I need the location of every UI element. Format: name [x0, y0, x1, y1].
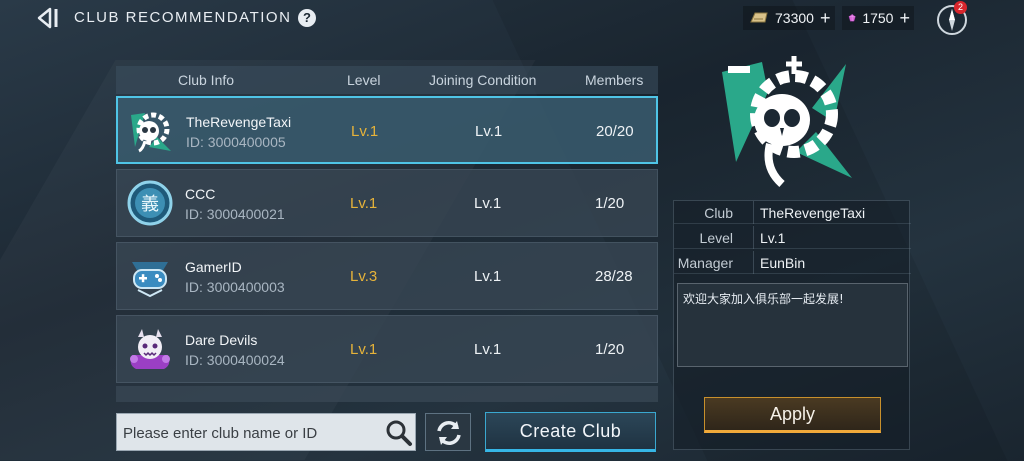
club-description-box: 欢迎大家加入俱乐部一起发展!	[677, 283, 908, 367]
selected-club-emblem-icon	[716, 52, 856, 192]
purple-devil-emblem-icon	[126, 325, 174, 373]
club-name: TheRevengeTaxi	[186, 114, 292, 130]
detail-row-manager: Manager EunBin	[674, 251, 911, 274]
partial-club-row[interactable]	[116, 386, 658, 402]
detail-label: Manager	[677, 255, 733, 271]
club-id: ID: 3000400003	[185, 279, 285, 295]
club-level: Lv.3	[350, 268, 378, 285]
column-level: Level	[347, 72, 381, 88]
club-id: ID: 3000400021	[185, 206, 285, 222]
club-level: Lv.1	[350, 341, 378, 358]
column-club-info: Club Info	[178, 72, 235, 88]
club-level: Lv.1	[351, 123, 379, 140]
club-level: Lv.1	[350, 195, 378, 212]
club-name: CCC	[185, 186, 216, 202]
detail-row-level: Level Lv.1	[674, 226, 911, 249]
club-row[interactable]: 義 CCC ID: 3000400021 Lv.1 Lv.1 1/20	[116, 169, 658, 237]
member-count: 28/28	[595, 268, 633, 285]
page-title: CLUB RECOMMENDATION	[74, 9, 292, 26]
club-row[interactable]: TheRevengeTaxi ID: 3000400005 Lv.1 Lv.1 …	[116, 96, 658, 164]
column-members: Members	[585, 72, 644, 88]
detail-label: Level	[699, 230, 733, 246]
gold-currency: 73300 +	[743, 6, 835, 30]
detail-club-level: Lv.1	[760, 230, 786, 246]
club-row[interactable]: Dare Devils ID: 3000400024 Lv.1 Lv.1 1/2…	[116, 315, 658, 383]
back-arrow-icon[interactable]	[36, 7, 62, 29]
member-count: 20/20	[596, 123, 634, 140]
add-gold-button[interactable]: +	[820, 9, 831, 27]
detail-club-name: TheRevengeTaxi	[760, 205, 866, 221]
svg-text:義: 義	[141, 194, 159, 215]
club-row[interactable]: GamerID ID: 3000400003 Lv.3 Lv.1 28/28	[116, 242, 658, 310]
help-icon[interactable]: ?	[298, 9, 316, 27]
club-name: GamerID	[185, 259, 242, 275]
refresh-icon	[437, 421, 461, 445]
club-description: 欢迎大家加入俱乐部一起发展!	[683, 292, 844, 306]
club-name: Dare Devils	[185, 332, 258, 348]
detail-row-club: Club TheRevengeTaxi	[674, 201, 911, 224]
notification-badge: 2	[954, 1, 967, 14]
club-table-header: Club Info Level Joining Condition Member…	[116, 66, 658, 94]
detail-label: Club	[704, 205, 733, 221]
gold-bar-icon	[750, 12, 768, 23]
yi-character-badge-icon: 義	[126, 179, 174, 227]
apply-button[interactable]: Apply	[704, 397, 881, 433]
joining-condition: Lv.1	[475, 123, 503, 140]
search-icon[interactable]	[385, 419, 413, 447]
gem-currency: 1750 +	[842, 6, 914, 30]
joining-condition: Lv.1	[474, 195, 502, 212]
search-input[interactable]	[123, 422, 379, 444]
pink-gem-icon	[848, 14, 856, 22]
gold-amount: 73300	[775, 10, 814, 26]
top-bar: CLUB RECOMMENDATION ? 73300 + 1750 + 2	[0, 0, 1024, 36]
search-box	[116, 413, 416, 451]
joining-condition: Lv.1	[474, 268, 502, 285]
club-id: ID: 3000400024	[185, 352, 285, 368]
club-id: ID: 3000400005	[186, 134, 286, 150]
gem-amount: 1750	[862, 10, 894, 26]
skull-gear-emblem-icon	[127, 107, 175, 155]
joining-condition: Lv.1	[474, 341, 502, 358]
create-club-button[interactable]: Create Club	[485, 412, 656, 452]
add-gem-button[interactable]: +	[899, 9, 910, 27]
detail-manager-name: EunBin	[760, 255, 806, 271]
refresh-button[interactable]	[425, 413, 471, 451]
gamepad-emblem-icon	[126, 252, 174, 300]
member-count: 1/20	[595, 195, 625, 212]
member-count: 1/20	[595, 341, 625, 358]
club-list[interactable]: TheRevengeTaxi ID: 3000400005 Lv.1 Lv.1 …	[116, 96, 658, 402]
club-details-panel: Club TheRevengeTaxi Level Lv.1 Manager E…	[673, 200, 911, 450]
column-joining-condition: Joining Condition	[429, 72, 537, 88]
